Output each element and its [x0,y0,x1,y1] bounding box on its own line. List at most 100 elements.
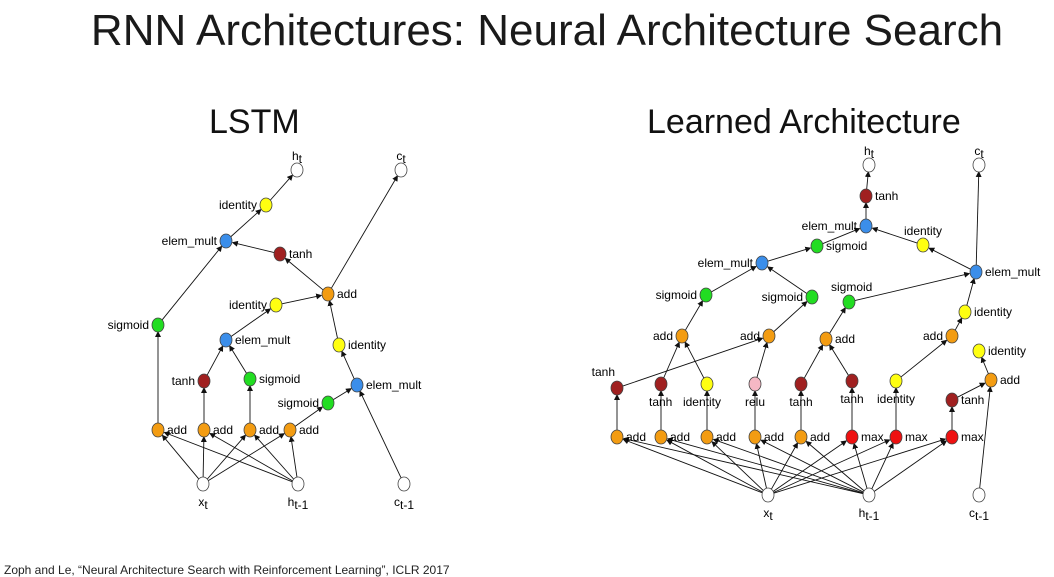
io-subscript: t-1 [400,498,414,512]
edge-sig3-to-em2 [332,388,352,401]
tanh-node [859,188,873,204]
tanh-label: tanh [592,365,615,379]
identity-label: identity [904,224,942,238]
tanh-node [845,373,859,389]
edge-r4-to-id6 [954,317,963,331]
tanh-label: tanh [289,247,312,261]
io-subscript: t-1 [865,509,879,523]
tanh-label: tanh [649,395,672,409]
sigmoid-node [699,287,713,303]
sigmoid-label: sigmoid [278,396,319,410]
edge-sg1-to-em1 [710,266,757,293]
identity-node [269,297,283,313]
add-node [197,422,211,438]
elem-mult-node [755,255,769,271]
add-label: add [626,430,646,444]
identity-label: identity [877,392,915,406]
add-node [654,429,668,445]
elem-mult-node [219,233,233,249]
elem-mult-label: elem_mult [235,333,291,347]
add-node [283,422,297,438]
io-subscript: t-1 [975,509,989,523]
sigmoid-node [842,294,856,310]
identity-label: identity [683,395,721,409]
tanh-node [610,380,624,396]
identity-node [958,304,972,320]
edge-m7-to-r4 [900,339,948,378]
edge-em2-to-id7 [928,247,971,270]
edge-ht1-to-a3 [254,434,295,480]
io-subscript: t [402,152,406,166]
tanh-label: tanh [172,374,195,388]
edge-r1-to-sg1 [684,300,704,332]
relu-label: relu [745,395,765,409]
io-label: xt [763,506,773,523]
elem-mult-node [969,264,983,280]
add-label: add [923,329,943,343]
max-node [845,429,859,445]
lstm-graph: xt ht-1 ct-1ht ctadd add add addsigmoidtanh sig… [108,149,422,512]
sigmoid-node [321,395,335,411]
max-label: max [961,430,984,444]
identity-label: identity [974,305,1012,319]
max-node [889,429,903,445]
add-node [762,328,776,344]
tanh-label: tanh [961,393,984,407]
add-label: add [259,423,279,437]
edge-xt-to-b2 [666,439,763,493]
edge-sig2-to-em1 [229,345,248,375]
sigmoid-label: sigmoid [259,372,300,386]
io-subscript: t [299,152,303,166]
edge-xt-to-a1 [161,434,200,480]
io-label: ht-1 [859,506,880,523]
elem-mult-label: elem_mult [366,378,422,392]
edge-sig1-to-em3 [161,245,223,321]
edge-id3-to-ht [269,174,294,201]
io-subscript: t [980,147,984,161]
edge-ht1-to-a4 [288,435,298,479]
edge-m3-to-r1 [684,341,705,379]
edge-id2-to-addc [327,299,339,340]
io-node [196,476,210,492]
sigmoid-label: sigmoid [831,280,872,294]
io-subscript: t [769,509,773,523]
edge-m4-to-r2 [756,341,769,379]
architecture-diagrams: xt ht-1 ct-1ht ctadd add add addsigmoidtanh sig… [108,144,1041,523]
edge-tanh2-to-em3 [231,240,275,254]
io-node [862,487,876,503]
sigmoid-node [243,371,257,387]
edge-r5-to-id5 [980,356,990,375]
io-node [291,476,305,492]
identity-node [889,373,903,389]
identity-node [259,197,273,213]
edge-addc-to-tanh2 [284,257,324,291]
tanh-node [945,392,959,408]
edge-th-to-ht [864,171,871,191]
identity-node [332,337,346,353]
io-label: ct-1 [394,495,414,512]
identity-node [972,343,986,359]
edge-tanh1-to-em1 [206,345,224,376]
edge-m5-to-r3 [803,344,824,380]
add-label: add [764,430,784,444]
add-node [675,328,689,344]
io-subscript: t-1 [294,498,308,512]
io-label: ct-1 [969,506,989,523]
edge-ht1-to-b3 [712,438,864,494]
add-label: add [716,430,736,444]
edge-id6-to-em2 [966,277,976,307]
add-label: add [299,423,319,437]
add-label: add [1000,373,1020,387]
elem-mult-node [859,218,873,234]
io-subscript: t [204,498,208,512]
edge-xt-to-b8 [773,437,947,494]
add-node [610,429,624,445]
edge-m6-to-r3 [829,344,850,377]
edge-ht1-to-b8 [873,440,948,492]
identity-label: identity [988,344,1026,358]
sigmoid-label: sigmoid [108,318,149,332]
add-label: add [653,329,673,343]
sigmoid-node [151,317,165,333]
add-node [945,328,959,344]
io-node [972,487,986,503]
